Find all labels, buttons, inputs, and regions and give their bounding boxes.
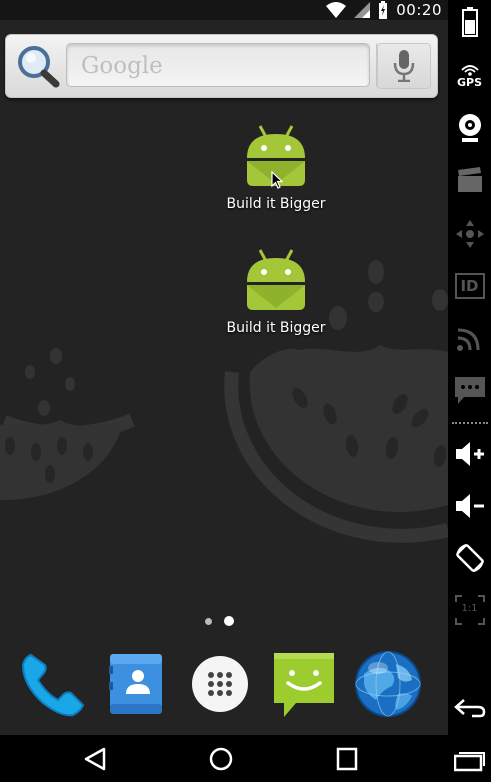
app-drawer-icon	[192, 656, 248, 712]
dock-messaging[interactable]	[268, 648, 340, 720]
scale-button[interactable]: 1:1	[448, 588, 491, 632]
back-icon	[453, 699, 485, 718]
gps-label: GPS	[456, 75, 482, 89]
mic-icon	[393, 50, 415, 82]
camera-icon	[458, 114, 481, 142]
recents-icon[interactable]	[336, 747, 358, 771]
dock	[0, 646, 448, 726]
dpad-button[interactable]	[448, 212, 491, 256]
home-icon[interactable]	[209, 747, 233, 771]
video-icon	[457, 167, 482, 192]
page-dot-active[interactable]	[224, 616, 234, 626]
id-icon: ID	[454, 273, 485, 299]
scale-label: 1:1	[461, 603, 478, 614]
volume-up-icon	[455, 442, 484, 466]
globe-icon	[355, 651, 421, 717]
dock-browser[interactable]	[352, 648, 424, 720]
app-label: Build it Bigger	[226, 196, 326, 212]
dock-app-drawer[interactable]	[184, 648, 256, 720]
signal-icon	[354, 2, 371, 18]
network-icon	[456, 328, 479, 351]
rotate-icon	[455, 544, 484, 572]
voice-search-button[interactable]	[377, 43, 431, 89]
network-button[interactable]	[448, 316, 491, 360]
gps-icon	[460, 64, 479, 76]
battery-charging-icon	[379, 1, 388, 19]
google-search-widget[interactable]: Google	[5, 34, 438, 98]
id-button[interactable]: ID	[448, 264, 491, 308]
emulator-side-panel: GPS ID 1:1	[448, 0, 491, 772]
id-label: ID	[460, 277, 479, 295]
search-input[interactable]: Google	[66, 43, 370, 87]
sms-icon	[454, 377, 485, 404]
gps-button[interactable]: GPS	[448, 54, 491, 98]
dock-contacts[interactable]	[100, 648, 172, 720]
android-icon	[247, 249, 305, 310]
camera-button[interactable]	[448, 106, 491, 150]
phone-icon	[21, 653, 85, 717]
battery-icon	[461, 7, 478, 37]
clock: 00:20	[396, 1, 442, 19]
scale-icon: 1:1	[454, 594, 486, 626]
video-button[interactable]	[448, 158, 491, 202]
search-placeholder: Google	[81, 53, 163, 79]
page-dot[interactable]	[205, 617, 212, 625]
volume-up-button[interactable]	[448, 432, 491, 476]
search-icon[interactable]	[14, 44, 60, 88]
messaging-icon	[274, 653, 334, 717]
navigation-bar	[0, 735, 448, 771]
panel-separator	[448, 420, 491, 426]
app-shortcut-build-it-bigger-2[interactable]: Build it Bigger	[221, 248, 331, 336]
rotate-button[interactable]	[448, 536, 491, 580]
volume-down-button[interactable]	[448, 484, 491, 528]
back-icon[interactable]	[84, 747, 106, 771]
page-indicator	[205, 616, 234, 626]
recents-icon	[453, 752, 485, 772]
battery-button[interactable]	[448, 0, 491, 44]
home-screen: 00:20 Google Build it Bigger Build it Bi…	[0, 0, 448, 771]
dock-phone[interactable]	[16, 648, 88, 720]
sms-button[interactable]	[448, 368, 491, 412]
dpad-icon	[455, 220, 484, 248]
app-label: Build it Bigger	[226, 320, 326, 336]
panel-recents-button[interactable]	[448, 738, 491, 782]
contacts-icon	[109, 654, 162, 714]
status-bar: 00:20	[0, 0, 448, 20]
panel-back-button[interactable]	[448, 686, 491, 730]
wifi-icon	[326, 2, 347, 18]
app-shortcut-build-it-bigger-1[interactable]: Build it Bigger	[221, 124, 331, 212]
mouse-cursor-icon	[271, 171, 283, 189]
volume-down-icon	[455, 494, 484, 518]
